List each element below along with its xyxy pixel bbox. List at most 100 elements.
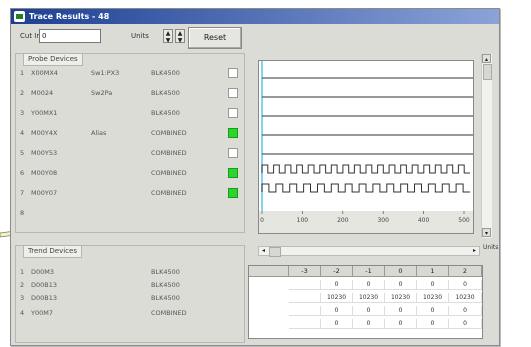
table-cell: 0 (449, 319, 482, 329)
trend-device-index: 2 (20, 281, 25, 289)
window-titlebar: Trace Results - 48 (11, 9, 499, 24)
time-axis-tick-label: 400 (418, 217, 430, 224)
units-spinner-alt[interactable]: ▲ ▼ (175, 29, 185, 44)
probe-enable-checkbox[interactable] (228, 188, 238, 198)
table-cell: 0 (321, 319, 353, 329)
probe-enable-checkbox[interactable] (228, 148, 238, 158)
probe-device-index: 1 (20, 69, 25, 77)
probe-device-type: COMBINED (151, 189, 187, 197)
probe-device-row[interactable]: 3 Y00MX1 BLK4500 (11, 107, 251, 119)
probe-device-index: 3 (20, 109, 25, 117)
probe-devices-group (15, 53, 245, 233)
probe-device-row[interactable]: 7 M00Y07 COMBINED (11, 187, 251, 199)
table-cell: 10230 (417, 293, 449, 303)
table-cell: 0 (353, 319, 385, 329)
time-axis-tick-label: 0 (260, 217, 264, 224)
table-cell (289, 306, 321, 316)
probe-device-index: 7 (20, 189, 25, 197)
probe-device-index: 4 (20, 129, 25, 137)
probe-device-name: Y00MX1 (31, 109, 58, 117)
probe-device-type: COMBINED (151, 169, 187, 177)
trend-device-row[interactable]: 3 D00B13 BLK4500 (11, 292, 231, 304)
table-cell: 0 (417, 280, 449, 290)
cutoff-input[interactable]: 0 (39, 29, 101, 43)
trend-device-type: BLK4500 (151, 281, 180, 289)
trend-device-row[interactable]: 4 Y00M7 COMBINED (11, 307, 231, 319)
table-cell: 0 (449, 280, 482, 290)
probe-device-row[interactable]: 5 M00Y53 COMBINED (11, 147, 251, 159)
horizontal-scrollbar[interactable]: ◂ ▸ (258, 246, 480, 257)
table-cell: 0 (417, 306, 449, 316)
timing-chart: 0 100 200 300 400 500 (258, 60, 474, 234)
time-axis-band (259, 211, 473, 233)
time-axis-tick-label: 100 (297, 217, 309, 224)
probe-device-name: M00Y07 (31, 189, 58, 197)
table-column-header[interactable]: 0 (385, 266, 417, 277)
signal-trace (261, 183, 470, 193)
trend-device-type: COMBINED (151, 309, 187, 317)
table-column-header[interactable]: 1 (417, 266, 449, 277)
units-label: Units (131, 32, 149, 40)
horizontal-scroll-thumb[interactable] (269, 247, 281, 257)
probe-device-name: M0024 (31, 89, 54, 97)
probe-device-index: 8 (20, 209, 25, 217)
probe-device-row[interactable]: 2 M0024 Sw2Pa BLK4500 (11, 87, 251, 99)
probe-device-row[interactable]: 8 (11, 207, 251, 219)
reset-button[interactable]: Reset (188, 27, 242, 49)
trend-device-name: D00M3 (31, 268, 55, 276)
vertical-scrollbar[interactable]: ▴ ▾ (481, 54, 492, 238)
probe-device-type: COMBINED (151, 149, 187, 157)
trace-results-window: Trace Results - 48 Cut Ini 0 Units ▲ ▼ ▲ ▼… (10, 8, 500, 346)
trend-device-type: BLK4500 (151, 268, 180, 276)
probe-device-alias: Sw1:PX3 (91, 69, 120, 77)
probe-device-row[interactable]: 4 M00Y4X Alias COMBINED (11, 127, 251, 139)
scroll-units-label: Units (483, 244, 499, 251)
trend-device-index: 3 (20, 294, 25, 302)
scroll-left-icon[interactable]: ◂ (259, 247, 268, 255)
table-cell: 10230 (321, 293, 353, 303)
table-cell: 0 (385, 280, 417, 290)
probe-device-type: BLK4500 (151, 89, 180, 97)
table-column-header[interactable]: -2 (321, 266, 353, 277)
probe-enable-checkbox[interactable] (228, 88, 238, 98)
probe-device-name: M00Y08 (31, 169, 58, 177)
units-spinner[interactable]: ▲ ▼ (163, 29, 173, 44)
timing-chart-svg: 0 100 200 300 400 500 (259, 61, 473, 233)
vertical-scroll-thumb[interactable] (483, 64, 492, 80)
probe-device-index: 5 (20, 149, 25, 157)
table-cell: 10230 (385, 293, 417, 303)
table-column-header[interactable]: 2 (449, 266, 482, 277)
table-cell: 0 (321, 306, 353, 316)
scroll-down-icon[interactable]: ▾ (482, 228, 491, 237)
probe-device-alias: Sw2Pa (91, 89, 113, 97)
trend-device-row[interactable]: 2 D00B13 BLK4500 (11, 279, 231, 291)
probe-enable-checkbox[interactable] (228, 128, 238, 138)
scroll-up-icon[interactable]: ▴ (482, 54, 491, 63)
table-column-header[interactable]: -3 (289, 266, 321, 277)
table-cell (289, 280, 321, 290)
probe-device-index: 2 (20, 89, 25, 97)
trend-device-row[interactable]: 1 D00M3 BLK4500 (11, 266, 231, 278)
probe-device-name: M00Y53 (31, 149, 58, 157)
trend-devices-title: Trend Devices (23, 245, 82, 258)
table-cell: 0 (449, 306, 482, 316)
probe-enable-checkbox[interactable] (228, 108, 238, 118)
probe-device-alias: Alias (91, 129, 107, 137)
probe-device-row[interactable]: 1 X00MX4 Sw1:PX3 BLK4500 (11, 67, 251, 79)
trend-device-name: D00B13 (31, 294, 58, 302)
time-axis-tick-label: 300 (377, 217, 389, 224)
probe-device-row[interactable]: 6 M00Y08 COMBINED (11, 167, 251, 179)
scroll-right-icon[interactable]: ▸ (470, 247, 479, 255)
probe-device-name: X00MX4 (31, 69, 58, 77)
app-icon (14, 11, 25, 22)
probe-enable-checkbox[interactable] (228, 168, 238, 178)
table-cell (289, 293, 321, 303)
table-cell: 0 (353, 306, 385, 316)
time-axis-tick-label: 500 (458, 217, 470, 224)
table-corner-header (249, 266, 289, 277)
probe-device-type: COMBINED (151, 129, 187, 137)
table-cell: 10230 (353, 293, 385, 303)
table-column-header[interactable]: -1 (353, 266, 385, 277)
trend-device-type: BLK4500 (151, 294, 180, 302)
probe-enable-checkbox[interactable] (228, 68, 238, 78)
